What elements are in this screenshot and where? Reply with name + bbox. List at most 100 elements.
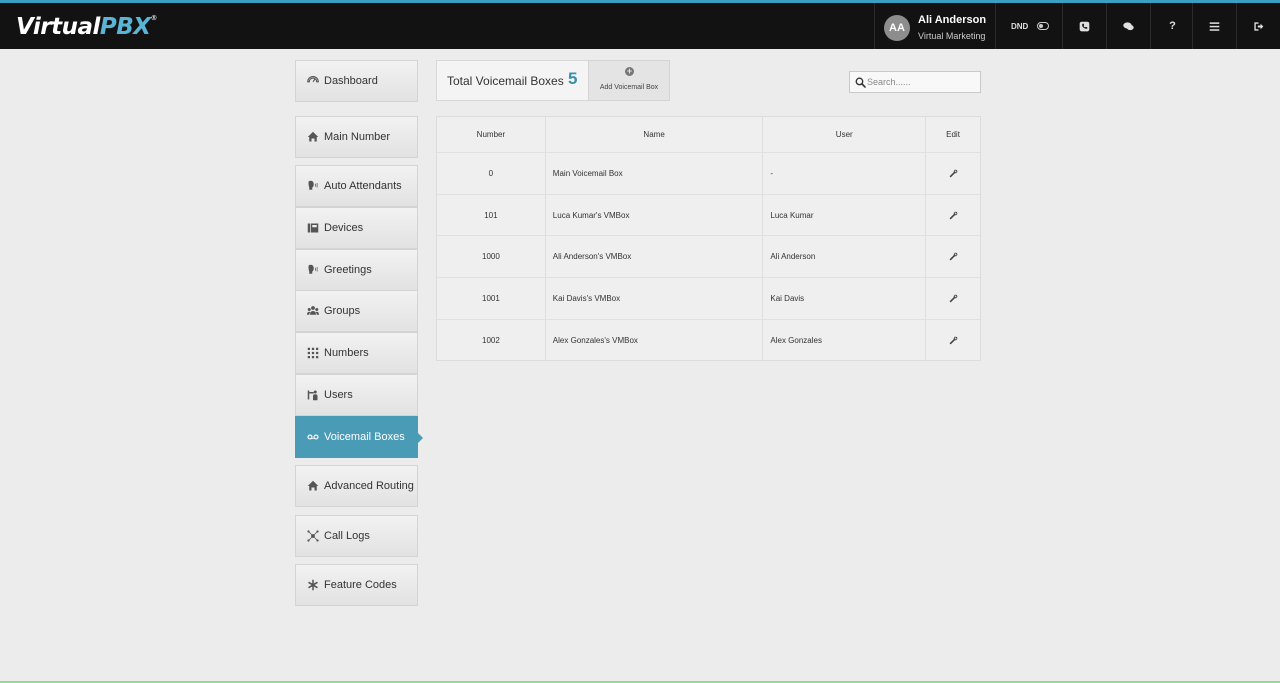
speaker-icon — [302, 264, 324, 276]
call-logs-icon — [302, 530, 324, 542]
dnd-label: DND — [1011, 22, 1029, 31]
sidebar-item-numbers[interactable]: Numbers — [295, 332, 418, 374]
column-header-user[interactable]: User — [762, 117, 925, 152]
chat-icon — [1123, 21, 1134, 30]
add-voicemail-box-label: Add Voicemail Box — [599, 84, 659, 91]
cell-number: 0 — [488, 168, 494, 178]
search-field[interactable] — [849, 71, 981, 93]
sidebar-item-label: Groups — [324, 305, 361, 317]
sidebar-item-main-number[interactable]: Main Number — [295, 116, 418, 158]
cell-number: 1001 — [482, 293, 500, 303]
table-row[interactable]: 1001 Kai Davis's VMBox Kai Davis — [437, 277, 980, 319]
phone-button[interactable] — [1062, 3, 1106, 49]
sidebar-item-label: Devices — [324, 222, 364, 234]
cell-user: Ali Anderson — [762, 236, 925, 278]
wrench-icon — [949, 294, 957, 303]
help-button[interactable]: ? — [1150, 3, 1194, 49]
sidebar-item-advanced-routing[interactable]: Advanced Routing — [295, 465, 418, 507]
voicemail-icon — [302, 431, 324, 443]
menu-icon — [1209, 21, 1220, 31]
speaker-icon — [302, 180, 324, 192]
help-icon: ? — [1169, 20, 1176, 32]
column-header-number[interactable]: Number — [437, 117, 545, 152]
wrench-icon — [949, 169, 957, 178]
cell-user: Kai Davis — [762, 278, 925, 319]
logo-text-pbx: PBX — [99, 14, 151, 40]
column-header-edit: Edit — [925, 117, 980, 152]
sidebar-item-feature-codes[interactable]: Feature Codes — [295, 564, 418, 606]
cell-name: Alex Gonzales's VMBox — [544, 319, 763, 361]
home-icon — [302, 480, 324, 492]
column-header-name[interactable]: Name — [544, 117, 763, 152]
phone-icon — [1079, 21, 1090, 31]
edit-button[interactable] — [925, 278, 980, 319]
cell-number: 1000 — [482, 252, 500, 262]
asterisk-icon — [302, 579, 324, 591]
keypad-icon — [302, 347, 324, 359]
sidebar-item-label: Dashboard — [324, 75, 378, 87]
sidebar-item-groups[interactable]: Groups — [295, 290, 418, 332]
wrench-icon — [949, 336, 957, 344]
sidebar-item-label: Numbers — [324, 347, 369, 359]
home-icon — [302, 131, 324, 143]
table-row[interactable]: 1002 Alex Gonzales's VMBox Alex Gonzales — [437, 318, 980, 361]
user-department: Virtual Marketing — [918, 31, 986, 41]
sidebar-item-users[interactable]: Users — [295, 374, 418, 416]
sidebar-item-voicemail-boxes[interactable]: Voicemail Boxes — [295, 416, 423, 458]
groups-icon — [302, 305, 324, 317]
wrench-icon — [949, 211, 957, 219]
users-icon — [302, 389, 324, 401]
top-bar: VirtualPBX® AA Ali Anderson Virtual Mark… — [0, 0, 1280, 49]
registered-mark: ® — [150, 14, 158, 22]
user-menu[interactable]: AA Ali Anderson Virtual Marketing — [874, 3, 995, 49]
edit-button[interactable] — [925, 236, 980, 278]
sidebar-item-label: Feature Codes — [324, 579, 397, 591]
sidebar-item-devices[interactable]: Devices — [295, 207, 418, 249]
table-row[interactable]: 0 Main Voicemail Box - — [437, 152, 980, 194]
search-icon — [855, 77, 866, 88]
cell-user: Alex Gonzales — [762, 319, 925, 361]
virtualpbx-logo[interactable]: VirtualPBX® — [16, 14, 157, 40]
menu-button[interactable] — [1192, 3, 1236, 49]
table-row[interactable]: 1000 Ali Anderson's VMBox Ali Anderson — [437, 235, 980, 278]
cell-number: 101 — [484, 210, 498, 220]
table-header-row: Number Name User Edit — [437, 117, 980, 152]
logout-icon — [1254, 21, 1264, 31]
dnd-toggle-icon[interactable] — [1037, 22, 1049, 30]
total-voicemail-boxes-panel: Total Voicemail Boxes 5 — [436, 60, 589, 101]
logo-text-virtual: Virtual — [16, 14, 100, 40]
edit-button[interactable] — [925, 153, 980, 194]
dnd-toggle-group[interactable]: DND — [995, 3, 1062, 49]
plus-circle-icon: + — [625, 66, 634, 76]
chat-button[interactable] — [1106, 3, 1150, 49]
sidebar-item-label: Users — [324, 389, 353, 401]
voicemail-boxes-table: Number Name User Edit 0 Main Voicemail B… — [436, 116, 981, 362]
search-input[interactable] — [867, 75, 977, 89]
edit-button[interactable] — [925, 194, 980, 236]
sidebar-item-auto-attendants[interactable]: Auto Attendants — [295, 165, 418, 207]
logout-button[interactable] — [1236, 3, 1280, 49]
sidebar-item-label: Advanced Routing — [324, 480, 414, 492]
total-count: 5 — [568, 69, 578, 88]
add-voicemail-box-button[interactable]: + Add Voicemail Box — [588, 60, 670, 101]
sidebar-item-label: Main Number — [324, 131, 391, 143]
dashboard-icon — [302, 75, 324, 87]
cell-name: Ali Anderson's VMBox — [544, 236, 763, 278]
sidebar-item-label: Auto Attendants — [324, 180, 402, 192]
total-label: Total Voicemail Boxes — [447, 74, 564, 88]
cell-name: Luca Kumar's VMBox — [544, 194, 763, 236]
devices-icon — [302, 222, 324, 234]
sidebar-item-greetings[interactable]: Greetings — [295, 249, 418, 291]
edit-button[interactable] — [925, 319, 980, 361]
avatar: AA — [884, 15, 910, 41]
sidebar-item-dashboard[interactable]: Dashboard — [295, 60, 418, 102]
user-name: Ali Anderson — [918, 14, 987, 26]
sidebar-item-label: Greetings — [324, 264, 372, 276]
sidebar-item-call-logs[interactable]: Call Logs — [295, 515, 418, 557]
cell-name: Main Voicemail Box — [544, 153, 763, 194]
table-row[interactable]: 101 Luca Kumar's VMBox Luca Kumar — [437, 193, 980, 236]
sidebar-item-label: Voicemail Boxes — [324, 431, 405, 443]
sidebar-item-label: Call Logs — [324, 530, 370, 542]
cell-number: 1002 — [482, 335, 500, 345]
cell-user: - — [762, 153, 925, 194]
